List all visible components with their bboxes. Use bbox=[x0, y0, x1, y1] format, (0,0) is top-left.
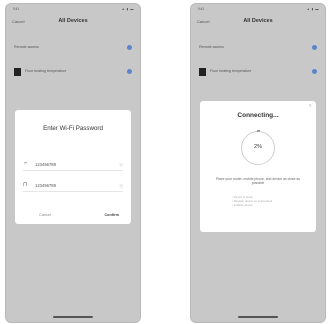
status-time: 9:41 bbox=[13, 7, 20, 11]
ssid-value: 123456789 bbox=[35, 162, 56, 167]
status-bar: 9:41 ▲ ▮ ▬ bbox=[191, 7, 325, 13]
device-thumbnail-icon bbox=[14, 68, 21, 76]
confirm-button[interactable]: Confirm bbox=[104, 213, 119, 217]
wifi-icon: ⌔ bbox=[23, 162, 29, 168]
device-label: Floor heating temperature bbox=[210, 69, 252, 73]
status-time: 9:41 bbox=[198, 7, 205, 11]
dialog-title: Connecting... bbox=[237, 112, 279, 119]
status-dot-icon bbox=[312, 69, 317, 74]
list-item-label: Remote access bbox=[14, 45, 39, 49]
lock-icon: ⊓ bbox=[23, 182, 28, 188]
cancel-button[interactable]: Cancel bbox=[39, 213, 51, 217]
eye-icon[interactable]: ◎ bbox=[120, 162, 124, 167]
status-dot-icon bbox=[127, 69, 132, 74]
device-thumbnail-icon bbox=[199, 68, 206, 76]
list-item-label: Remote access bbox=[199, 45, 224, 49]
password-dialog: Enter Wi-Fi Password ⌔ 123456789 ◎ ⊓ 123… bbox=[15, 110, 131, 224]
wifi-ssid-field[interactable]: ⌔ 123456789 ◎ bbox=[23, 161, 123, 171]
list-item-device[interactable]: Floor heating temperature bbox=[12, 67, 134, 77]
connecting-dialog: ✕ Connecting... 2% Place your router, mo… bbox=[200, 101, 316, 232]
status-bar: 9:41 ▲ ▮ ▬ bbox=[6, 7, 140, 13]
status-icons: ▲ ▮ ▬ bbox=[306, 7, 319, 11]
phone-screen-password: 9:41 ▲ ▮ ▬ Cancel All Devices Remote acc… bbox=[5, 3, 141, 323]
status-dot-icon bbox=[127, 45, 132, 50]
nav-bar: Cancel All Devices bbox=[191, 17, 325, 27]
page-title: All Devices bbox=[58, 18, 88, 24]
list-item-device[interactable]: Floor heating temperature bbox=[197, 67, 319, 77]
progress-ring: 2% bbox=[241, 130, 275, 165]
progress-value: 2% bbox=[254, 144, 262, 150]
home-indicator[interactable] bbox=[238, 316, 278, 318]
password-value: 123456789 bbox=[35, 183, 56, 188]
list-item-remote-access[interactable]: Remote access bbox=[197, 43, 319, 53]
password-field[interactable]: ⊓ 123456789 ◎ bbox=[23, 182, 123, 192]
status-dot-icon bbox=[312, 45, 317, 50]
page-title: All Devices bbox=[243, 18, 273, 24]
status-icons: ▲ ▮ ▬ bbox=[121, 7, 134, 11]
nav-bar: Cancel All Devices bbox=[6, 17, 140, 27]
list-item-remote-access[interactable]: Remote access bbox=[12, 43, 134, 53]
phone-screen-connecting: 9:41 ▲ ▮ ▬ Cancel All Devices Remote acc… bbox=[190, 3, 326, 323]
dialog-title: Enter Wi-Fi Password bbox=[43, 125, 103, 132]
connection-instructions: Place your router, mobile phone, and dev… bbox=[215, 177, 301, 186]
device-label: Floor heating temperature bbox=[25, 69, 67, 73]
eye-icon[interactable]: ◎ bbox=[120, 183, 124, 188]
hint-item: • Initialize device bbox=[232, 203, 253, 207]
home-indicator[interactable] bbox=[53, 316, 93, 318]
progress-indicator bbox=[256, 130, 260, 132]
close-icon[interactable]: ✕ bbox=[308, 103, 312, 109]
